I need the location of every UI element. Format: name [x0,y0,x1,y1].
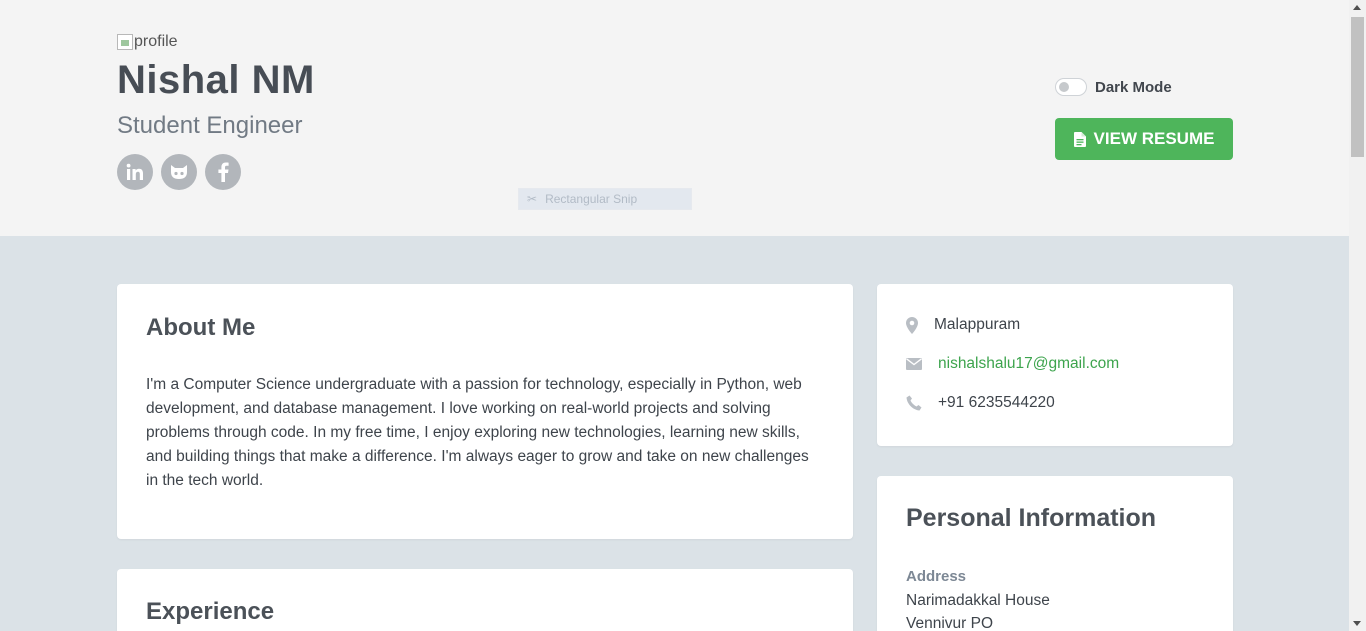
scissors-icon: ✂ [527,192,538,206]
dark-mode-toggle[interactable] [1055,78,1087,96]
address-line: Narimadakkal House [906,592,1050,609]
about-title: About Me [146,314,256,341]
location-pin-icon [906,316,934,334]
phone-text: +91 6235544220 [938,394,1055,411]
github-link[interactable] [161,154,197,190]
contact-card: Malappuram nishalshalu17@gmail.com +91 6… [877,284,1233,446]
broken-image-icon [117,34,133,50]
profile-image-alt: profile [134,33,178,50]
dark-mode-label: Dark Mode [1095,78,1172,96]
facebook-icon [218,162,229,182]
experience-card: Experience [117,569,853,631]
scroll-up-icon[interactable] [1353,5,1361,10]
page-scrollbar[interactable] [1349,0,1366,631]
email-row: nishalshalu17@gmail.com [906,355,1119,373]
about-card: About Me I'm a Computer Science undergra… [117,284,853,539]
view-resume-button[interactable]: VIEW RESUME [1055,118,1233,160]
profile-name: Nishal NM [117,58,315,102]
snip-tooltip: ✂ Rectangular Snip [518,188,692,210]
personal-info-card: Personal Information Address Narimadakka… [877,476,1233,631]
profile-header: profile Nishal NM Student Engineer ✂ Rec… [0,0,1349,236]
linkedin-link[interactable] [117,154,153,190]
scroll-down-icon[interactable] [1353,621,1361,626]
profile-image: profile [117,33,178,51]
dark-mode-control: Dark Mode [1055,78,1172,96]
email-link[interactable]: nishalshalu17@gmail.com [938,355,1119,373]
phone-row: +91 6235544220 [906,394,1055,412]
address-line: Vennivur PO [906,615,994,631]
social-links [117,154,241,190]
experience-title: Experience [146,598,275,625]
address-label: Address [906,568,967,585]
snip-label: Rectangular Snip [545,192,638,206]
scroll-thumb[interactable] [1351,17,1364,157]
envelope-icon [906,358,938,370]
toggle-knob [1059,82,1069,92]
document-icon [1073,131,1086,147]
about-text: I'm a Computer Science undergraduate wit… [146,376,809,489]
view-resume-label: VIEW RESUME [1093,129,1215,148]
location-row: Malappuram [906,316,1020,334]
facebook-link[interactable] [205,154,241,190]
phone-icon [906,395,938,411]
linkedin-icon [126,163,143,180]
personal-info-title: Personal Information [906,504,1157,532]
github-icon [171,165,187,179]
profile-role: Student Engineer [117,112,303,139]
location-text: Malappuram [934,316,1021,333]
